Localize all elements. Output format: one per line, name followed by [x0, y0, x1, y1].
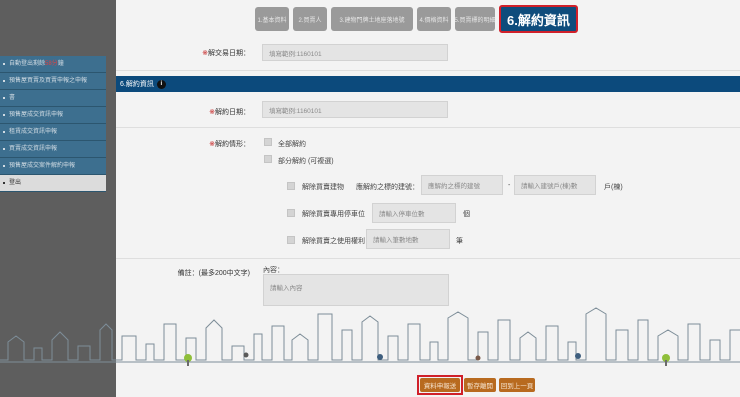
usage-right-checkbox[interactable] [287, 236, 295, 244]
usage-right-unit: 筆 [456, 238, 463, 245]
sidebar-item-presale-contract[interactable]: 預售屋買賣及買賣申報之申報 [0, 73, 106, 90]
divider [116, 70, 740, 71]
parking-unit: 個 [463, 211, 470, 218]
full-cancel-checkbox[interactable] [264, 138, 272, 146]
section-title: 6.解約資訊 [120, 81, 154, 88]
info-icon[interactable]: i [156, 79, 166, 89]
partial-cancel-label: 部分解約 (可複選) [278, 158, 334, 165]
cancel-date-input[interactable]: 填寫範例:1160101 [262, 101, 448, 118]
sidebar-item-cancel-report[interactable]: 預售屋成交案件解約申報 [0, 158, 106, 175]
highlight-box [417, 375, 463, 395]
sidebar-item-logout[interactable]: 登出 [0, 175, 106, 192]
trade-date-input[interactable]: 填寫範例:1160101 [262, 44, 448, 61]
sidebar-item-presale-contract-cont[interactable]: 書 [0, 90, 106, 107]
back-button[interactable]: 回到上一頁 [499, 378, 535, 392]
sidebar-item-sale-report[interactable]: 買賣成交資訊申報 [0, 141, 106, 158]
cancel-date-label: ※解約日期： [209, 109, 250, 116]
page: 1.基本資料 2.買賣人 3.建物門牌土地座落地號 4.價格資料 5.買賣標的明… [0, 0, 740, 397]
parking-count-input[interactable]: 請輸入停車位數 [372, 203, 456, 223]
cancel-status-label: ※解約情形： [209, 141, 250, 148]
full-cancel-label: 全部解約 [278, 141, 306, 148]
divider [116, 258, 740, 259]
building-number-input[interactable]: 應解約之標的建號 [421, 175, 503, 195]
sidebar-item-rental-report[interactable]: 租賃成交資訊申報 [0, 124, 106, 141]
household-unit: 戶(棟) [604, 184, 623, 191]
building-label: 解除買賣建物 [302, 184, 344, 191]
tab-step-5[interactable]: 5.買賣標的明細 [455, 7, 496, 31]
partial-cancel-checkbox[interactable] [264, 155, 272, 163]
city-skyline-illustration [0, 307, 740, 366]
sidebar-item-timer: 自動登出剩餘58分鐘 [0, 56, 106, 73]
divider [116, 127, 740, 128]
tab-step-4[interactable]: 4.價格資料 [417, 7, 451, 31]
building-checkbox[interactable] [287, 182, 295, 190]
section-header: 6.解約資訊 i [116, 76, 740, 92]
sidebar: 自動登出剩餘58分鐘 預售屋買賣及買賣申報之申報 書 預售屋成交資訊申報 租賃成… [0, 56, 106, 192]
household-count-input[interactable]: 請輸入建號戶(棟)數 [514, 175, 596, 195]
usage-right-label: 解除買賣之使用權利 [302, 238, 365, 245]
save-exit-button[interactable]: 暫存離開 [464, 378, 496, 392]
usage-right-count-input[interactable]: 請輸入筆數地數 [366, 229, 450, 249]
parking-label: 解除買賣專用停車位 [302, 211, 365, 218]
remark-label: 備註：(最多200中文字) [177, 270, 250, 277]
sidebar-item-presale-report[interactable]: 預售屋成交資訊申報 [0, 107, 106, 124]
trade-date-label: ※解交易日期： [202, 50, 250, 57]
tab-step-3[interactable]: 3.建物門牌土地座落地號 [331, 7, 413, 31]
building-number-label: 應解約之標的建號： [356, 184, 419, 191]
dash-text: - [508, 182, 511, 189]
tab-step-6[interactable]: 6.解約資訊 [499, 5, 578, 33]
parking-checkbox[interactable] [287, 209, 295, 217]
step-tabs: 1.基本資料 2.買賣人 3.建物門牌土地座落地號 4.價格資料 5.買賣標的明… [255, 5, 578, 33]
tab-step-1[interactable]: 1.基本資料 [255, 7, 289, 31]
tab-step-2[interactable]: 2.買賣人 [293, 7, 327, 31]
